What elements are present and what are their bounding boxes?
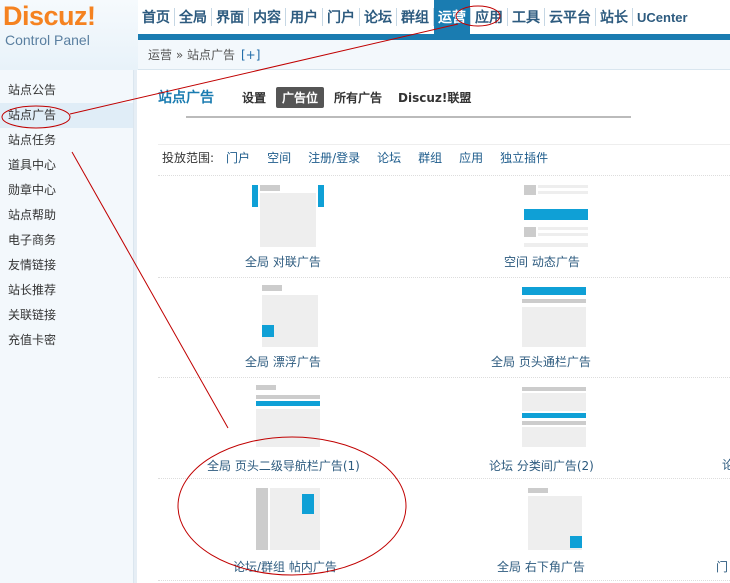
nav-item-4[interactable]: 用户 <box>286 0 322 34</box>
slot-subnav-banner[interactable]: 全局 页头二级导航栏广告(1) <box>207 385 360 473</box>
slot-caption: 论坛/群组 帖内广告 <box>233 560 337 574</box>
row-divider <box>158 175 730 176</box>
sidebar-item-6[interactable]: 电子商务 <box>0 228 133 253</box>
corner-ad-thumbnail <box>522 488 586 550</box>
slot-header-banner[interactable]: 全局 页头通栏广告 <box>491 285 604 370</box>
row-divider <box>158 478 730 479</box>
nav-item-2[interactable]: 界面 <box>212 0 248 34</box>
filter-links: 门户 空间 注册/登录 论坛 群组 应用 独立插件 <box>226 149 565 166</box>
header-banner-thumbnail <box>522 285 586 347</box>
main-content: 站点广告 设置 广告位 所有广告 Discuz!联盟 投放范围: 门户 空间 注册/登录论… <box>138 70 730 583</box>
filter-label: 投放范围: <box>162 151 215 165</box>
sidebar-item-9[interactable]: 关联链接 <box>0 303 133 328</box>
slot-float[interactable]: 全局 漂浮广告 <box>238 285 338 370</box>
sidebar-item-0[interactable]: 站点公告 <box>0 78 133 103</box>
nav-item-13[interactable]: UCenter <box>633 0 692 34</box>
row-divider <box>158 377 730 378</box>
in-post-ad-thumbnail <box>256 488 320 550</box>
page-header: 站点广告 设置 广告位 所有广告 Discuz!联盟 <box>158 86 481 108</box>
tab-1[interactable]: 广告位 <box>276 86 325 108</box>
slot-caption: 全局 对联广告 <box>245 255 321 269</box>
placement-filter: 投放范围: 门户 空间 注册/登录 论坛 群组 应用 独立插件 <box>158 144 730 166</box>
filter-link-1[interactable]: 空间 <box>267 149 291 166</box>
sidebar-item-8[interactable]: 站长推荐 <box>0 278 133 303</box>
filter-link-3[interactable]: 论坛 <box>377 149 401 166</box>
slot-in-post[interactable]: 论坛/群组 帖内广告 <box>233 488 338 574</box>
nav-item-6[interactable]: 论坛 <box>360 0 396 34</box>
nav-item-8[interactable]: 运营 <box>434 0 470 34</box>
page-title: 站点广告 <box>158 90 214 106</box>
slot-caption: 全局 漂浮广告 <box>245 355 321 369</box>
sidebar: 站点公告 站点广告 站点任务 道具中心 勋章中心 站点帮助 电子商务 友情链接 站长推荐 关联链接… <box>0 70 134 583</box>
nav-item-3[interactable]: 内容 <box>249 0 285 34</box>
slot-interthread[interactable]: 论坛 分类间广告(2) <box>489 385 604 473</box>
subnav-banner-thumbnail <box>256 385 320 447</box>
sidebar-item-10[interactable]: 充值卡密 <box>0 328 133 353</box>
interthread-ad-thumbnail <box>522 385 586 447</box>
couplet-ad-thumbnail <box>252 185 324 247</box>
sidebar-item-2[interactable]: 站点任务 <box>0 128 133 153</box>
slot-couplet[interactable]: 全局 对联广告 <box>238 185 338 270</box>
feed-ad-thumbnail <box>520 185 588 247</box>
filter-link-0[interactable]: 门户 <box>226 149 250 166</box>
filter-link-2[interactable]: 注册/登录 <box>308 149 360 166</box>
logo-subtitle: Control Panel <box>5 32 90 48</box>
tab-2[interactable]: 所有广告 <box>328 87 388 108</box>
filter-link-5[interactable]: 应用 <box>459 149 483 166</box>
sidebar-divider <box>134 70 137 583</box>
row-divider <box>158 277 730 278</box>
tab-3[interactable]: Discuz!联盟 <box>392 87 477 108</box>
logo[interactable]: Discuz! Control Panel <box>0 0 138 70</box>
nav-item-5[interactable]: 门户 <box>323 0 359 34</box>
logo-brand: Discuz! <box>3 1 96 31</box>
filter-link-4[interactable]: 群组 <box>418 149 442 166</box>
slot-caption: 全局 右下角广告 <box>497 560 585 574</box>
nav-item-12[interactable]: 站长 <box>596 0 632 34</box>
slot-caption-partial: 论 <box>722 458 730 472</box>
top-nav: 首页 全局 界面 内容 用户 门户 论坛 群组 运营 应用 工具 云平台 站长 UCenter <box>138 0 730 34</box>
nav-item-7[interactable]: 群组 <box>397 0 433 34</box>
breadcrumb: 运营 » 站点广告 [+] <box>138 40 730 70</box>
sidebar-item-7[interactable]: 友情链接 <box>0 253 133 278</box>
float-ad-thumbnail <box>256 285 320 347</box>
nav-item-1[interactable]: 全局 <box>175 0 211 34</box>
tab-0[interactable]: 设置 <box>236 87 272 108</box>
sidebar-item-4[interactable]: 勋章中心 <box>0 178 133 203</box>
nav-item-0[interactable]: 首页 <box>138 0 174 34</box>
nav-item-9[interactable]: 应用 <box>471 0 507 34</box>
row-divider <box>158 580 730 581</box>
nav-item-11[interactable]: 云平台 <box>545 0 595 34</box>
breadcrumb-path: 运营 » 站点广告 <box>148 48 235 62</box>
slot-corner-bottom[interactable]: 全局 右下角广告 <box>497 488 604 574</box>
scrolled-text-remnant <box>186 112 646 122</box>
header: Discuz! Control Panel 首页 全局 界面 内容 用户 门户 论坛 群组 运营… <box>0 0 730 70</box>
sidebar-item-3[interactable]: 道具中心 <box>0 153 133 178</box>
slot-caption: 论坛 分类间广告(2) <box>489 459 594 473</box>
slot-caption-partial: 门 <box>716 560 729 574</box>
slot-caption: 全局 页头通栏广告 <box>491 355 591 369</box>
add-shortcut-button[interactable]: [+] <box>241 48 260 62</box>
page-tabs: 设置 广告位 所有广告 Discuz!联盟 <box>236 86 481 108</box>
filter-link-6[interactable]: 独立插件 <box>500 149 548 166</box>
sidebar-item-5[interactable]: 站点帮助 <box>0 203 133 228</box>
slot-caption: 空间 动态广告 <box>504 255 580 269</box>
sidebar-menu: 站点公告 站点广告 站点任务 道具中心 勋章中心 站点帮助 电子商务 友情链接 站长推荐 关联链接… <box>0 78 133 353</box>
slot-feed[interactable]: 空间 动态广告 <box>504 185 604 270</box>
nav-item-10[interactable]: 工具 <box>508 0 544 34</box>
sidebar-item-1[interactable]: 站点广告 <box>0 103 133 128</box>
slot-caption: 全局 页头二级导航栏广告(1) <box>207 459 360 473</box>
